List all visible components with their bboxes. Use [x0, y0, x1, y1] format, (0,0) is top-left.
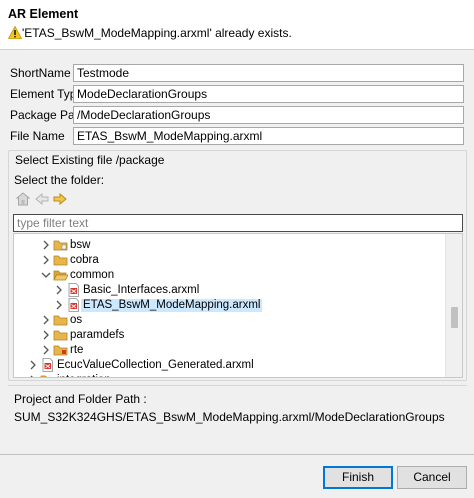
chevron-right-icon[interactable]	[28, 374, 38, 378]
shortname-label: ShortName	[10, 66, 71, 80]
shortname-field[interactable]: Testmode	[73, 64, 464, 82]
tree-item-cobra[interactable]: cobra	[14, 253, 446, 268]
folder-icon	[53, 345, 68, 356]
tree-item-label: common	[70, 269, 115, 281]
chevron-right-icon[interactable]	[41, 314, 51, 326]
tree-item-label: paramdefs	[70, 329, 125, 341]
tree-vertical-scrollbar[interactable]	[445, 234, 462, 377]
tree-item-label: bsw	[70, 239, 91, 251]
chevron-right-icon[interactable]	[54, 299, 64, 311]
button-bar-divider	[0, 454, 474, 455]
shortname-row: ShortName Testmode	[10, 64, 464, 82]
folder-icon	[53, 330, 68, 341]
tree-item-label: integration	[57, 374, 111, 377]
file-name-field[interactable]: ETAS_BswM_ModeMapping.arxml	[73, 127, 464, 145]
element-type-row: Element Type ModeDeclarationGroups	[10, 85, 464, 103]
select-existing-title: Select Existing file /package	[14, 153, 166, 167]
folder-tree[interactable]: bsw cobra common Basic_Interfaces.arxml …	[13, 233, 463, 378]
dialog-title: AR Element	[8, 7, 79, 21]
select-folder-label: Select the folder:	[14, 173, 105, 187]
arxml-file-icon	[42, 358, 53, 372]
dialog-message: 'ETAS_BswM_ModeMapping.arxml' already ex…	[22, 26, 292, 40]
chevron-down-icon[interactable]	[41, 269, 51, 281]
folder-icon	[53, 240, 68, 251]
tree-item-ecuc-value-collection[interactable]: EcucValueCollection_Generated.arxml	[14, 358, 446, 373]
dialog-header: AR Element 'ETAS_BswM_ModeMapping.arxml'…	[0, 0, 474, 50]
file-name-label: File Name	[10, 129, 65, 143]
package-path-field[interactable]: /ModeDeclarationGroups	[73, 106, 464, 124]
tree-item-bsw[interactable]: bsw	[14, 238, 446, 253]
element-type-field[interactable]: ModeDeclarationGroups	[73, 85, 464, 103]
tree-item-label: EcucValueCollection_Generated.arxml	[57, 359, 254, 371]
chevron-right-icon[interactable]	[41, 344, 51, 356]
tree-filter-input[interactable]: type filter text	[13, 214, 463, 232]
project-folder-path-value: SUM_S32K324GHS/ETAS_BswM_ModeMapping.arx…	[14, 410, 445, 424]
folder-icon	[53, 255, 68, 266]
tree-item-label: os	[70, 314, 83, 326]
tree-item-basic-interfaces[interactable]: Basic_Interfaces.arxml	[14, 283, 446, 298]
tree-item-paramdefs[interactable]: paramdefs	[14, 328, 446, 343]
scrollbar-thumb[interactable]	[451, 307, 458, 328]
tree-item-label: Basic_Interfaces.arxml	[83, 284, 200, 296]
arxml-file-icon	[68, 298, 79, 312]
tree-item-etas-bswm-modemapping[interactable]: ETAS_BswM_ModeMapping.arxml	[14, 298, 446, 313]
tree-item-os[interactable]: os	[14, 313, 446, 328]
chevron-right-icon[interactable]	[41, 329, 51, 341]
chevron-right-icon[interactable]	[41, 254, 51, 266]
divider	[8, 385, 467, 386]
home-icon[interactable]	[15, 191, 31, 207]
folder-icon	[40, 375, 47, 377]
forward-arrow-icon[interactable]	[52, 191, 68, 207]
back-arrow-icon[interactable]	[34, 191, 50, 207]
tree-item-integration[interactable]: integration	[14, 373, 446, 378]
tree-item-rte[interactable]: rte	[14, 343, 446, 358]
arxml-file-icon	[68, 283, 79, 297]
file-name-row: File Name ETAS_BswM_ModeMapping.arxml	[10, 127, 464, 145]
chevron-right-icon[interactable]	[41, 239, 51, 251]
folder-open-icon	[53, 270, 68, 281]
tree-item-common[interactable]: common	[14, 268, 446, 283]
chevron-right-icon[interactable]	[54, 284, 64, 296]
project-folder-path-label: Project and Folder Path :	[14, 392, 147, 406]
chevron-right-icon[interactable]	[28, 359, 38, 371]
tree-item-label: ETAS_BswM_ModeMapping.arxml	[81, 299, 263, 312]
finish-button[interactable]: Finish	[323, 466, 393, 489]
cancel-button[interactable]: Cancel	[397, 466, 467, 489]
warning-icon	[8, 26, 22, 39]
folder-icon	[53, 315, 68, 326]
package-path-row: Package Path /ModeDeclarationGroups	[10, 106, 464, 124]
tree-item-label: rte	[70, 344, 84, 356]
tree-item-label: cobra	[70, 254, 99, 266]
